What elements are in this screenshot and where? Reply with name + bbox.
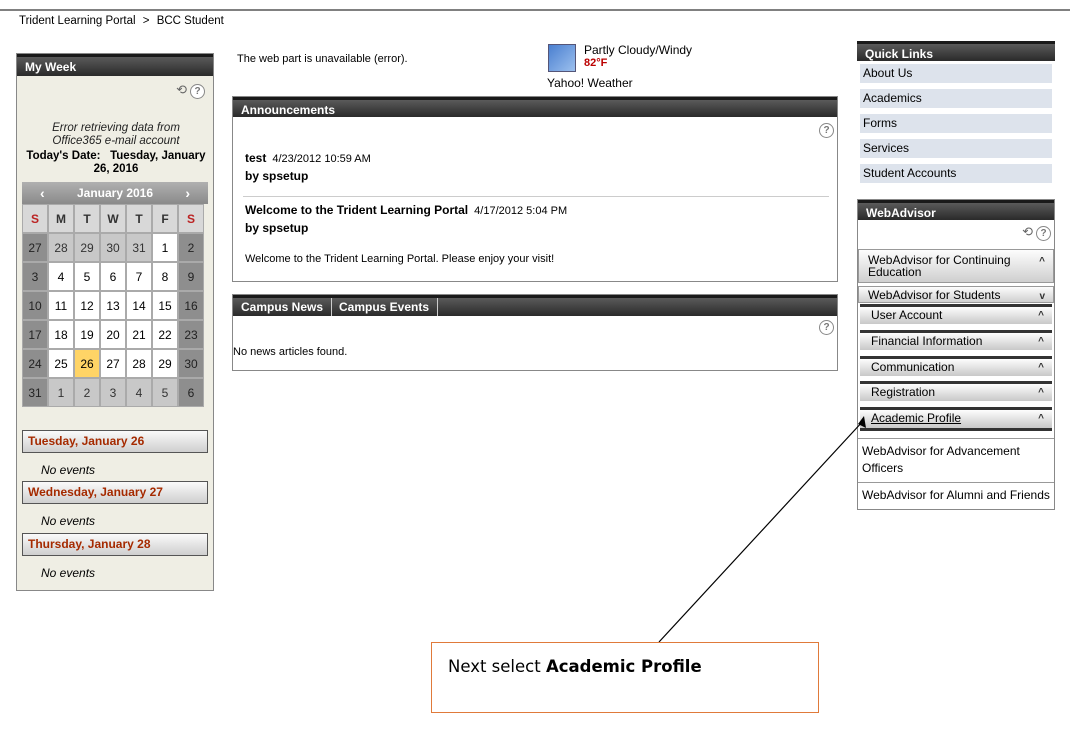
callout-text: Next select Academic Profile <box>448 657 702 676</box>
instruction-callout: Next select Academic Profile <box>431 642 819 713</box>
callout-arrow <box>658 416 866 643</box>
callout-bold: Academic Profile <box>545 657 702 676</box>
callout-prefix: Next select <box>448 657 546 676</box>
